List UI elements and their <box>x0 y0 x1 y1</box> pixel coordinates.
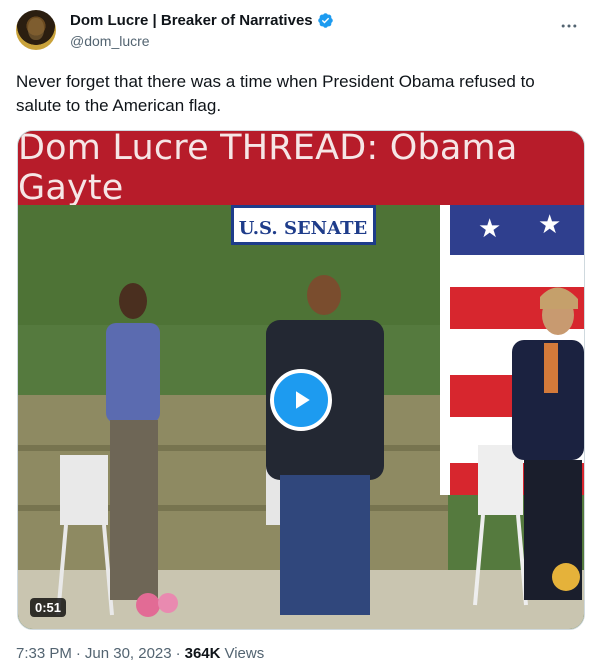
views-label: Views <box>224 645 265 662</box>
svg-text:★: ★ <box>478 214 501 244</box>
views-count: 364K <box>184 645 221 662</box>
author-name[interactable]: Dom Lucre | Breaker of Narratives <box>70 12 313 29</box>
senate-sign-text: U.S. SENATE <box>239 218 367 239</box>
video-player[interactable]: Dom Lucre THREAD: Obama Gayte U.S. SENAT… <box>17 130 585 630</box>
verified-badge-icon <box>317 13 333 28</box>
video-duration: 0:51 <box>30 598 67 617</box>
author-name-row[interactable]: Dom Lucre | Breaker of Narratives <box>70 12 334 29</box>
meta-separator: · <box>75 645 81 662</box>
tweet-time[interactable]: 7:33 PM <box>16 645 72 662</box>
play-icon <box>296 391 310 409</box>
tweet-text: Never forget that there was a time when … <box>16 72 535 115</box>
play-button[interactable] <box>270 369 332 431</box>
author-handle[interactable]: @dom_lucre <box>70 33 150 49</box>
avatar[interactable] <box>16 10 56 50</box>
tweet-metadata: 7:33 PM · Jun 30, 2023 · 364K Views <box>16 645 264 662</box>
meta-separator: · <box>175 645 181 662</box>
video-title-banner: Dom Lucre THREAD: Obama Gayte <box>18 130 584 208</box>
svg-text:★: ★ <box>538 210 561 240</box>
video-banner-text: Dom Lucre THREAD: Obama Gayte <box>18 130 518 208</box>
tweet-date[interactable]: Jun 30, 2023 <box>85 645 172 662</box>
more-options-icon[interactable] <box>559 16 579 36</box>
